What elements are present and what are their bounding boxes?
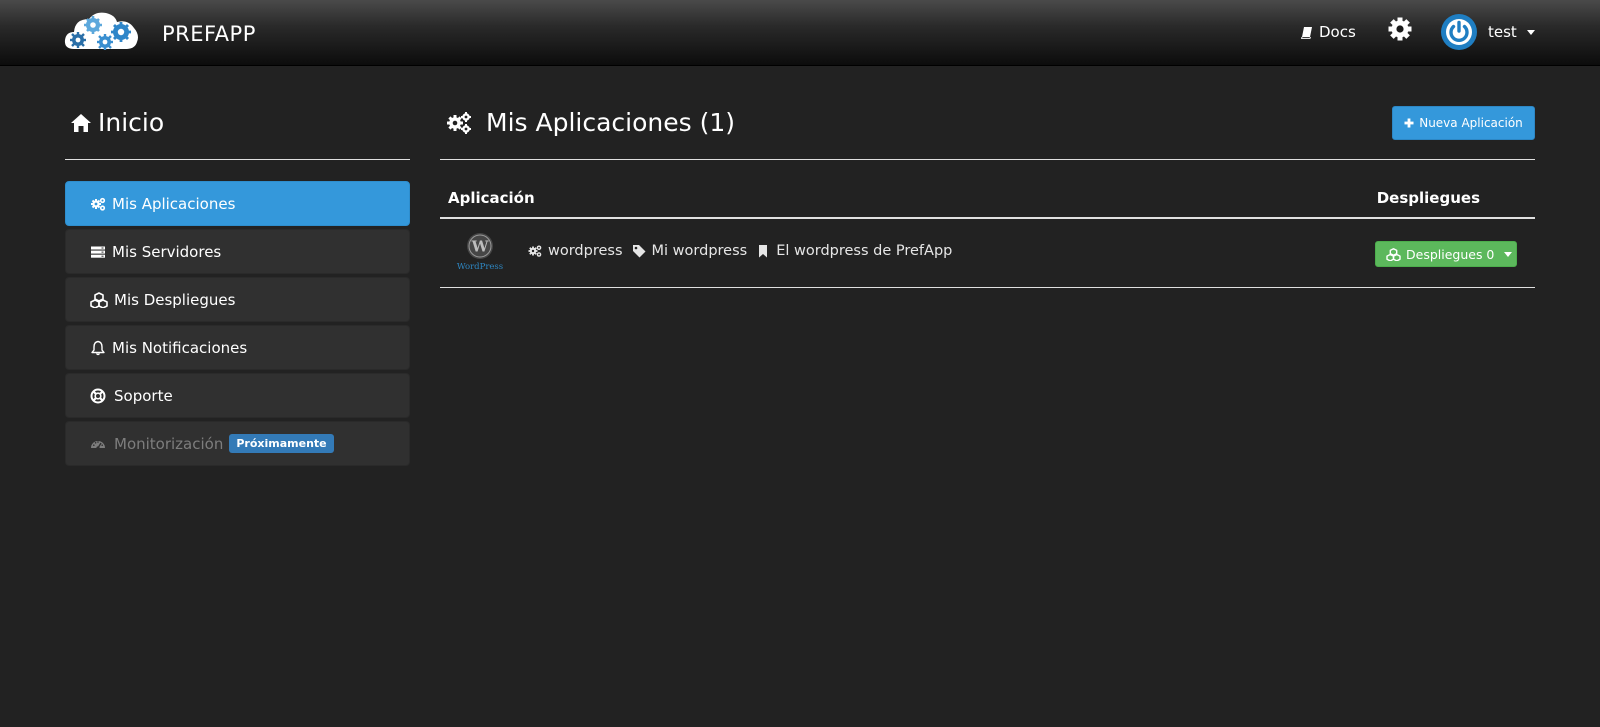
sidebar-item-mis-despliegues[interactable]: Mis Despliegues	[65, 277, 410, 322]
sidebar-title-text: Inicio	[98, 108, 165, 137]
chevron-down-icon	[1504, 251, 1513, 257]
dashboard-icon	[90, 436, 106, 452]
page-title: Mis Aplicaciones (1)	[446, 108, 735, 137]
deployments-dropdown-button[interactable]: Despliegues 0	[1375, 241, 1517, 267]
new-application-button[interactable]: Nueva Aplicación	[1392, 106, 1535, 140]
sidebar-item-label: Soporte	[114, 386, 173, 405]
server-icon	[90, 244, 106, 260]
svg-text:W: W	[471, 238, 490, 256]
coming-soon-badge: Próximamente	[229, 434, 334, 453]
table-row: W WordPress wordpress Mi wordpress El wo…	[440, 219, 1535, 288]
sidebar-title: Inicio	[70, 108, 164, 137]
navbar: PREFAPP Docs test	[0, 0, 1600, 66]
sidebar-nav: Mis Aplicaciones Mis Servidores Mis Desp…	[65, 181, 410, 469]
application-name[interactable]: wordpress	[528, 243, 623, 259]
new-application-label: Nueva Aplicación	[1419, 116, 1523, 130]
table-header: Aplicación Despliegues	[440, 180, 1535, 219]
user-name: test	[1488, 23, 1517, 41]
sidebar-item-label: Mis Notificaciones	[112, 338, 248, 357]
applications-table: Aplicación Despliegues W WordPress wordp…	[440, 180, 1535, 288]
sidebar-item-label: Mis Despliegues	[114, 290, 236, 309]
deployments-label: Despliegues 0	[1406, 246, 1495, 262]
wordpress-logo-icon[interactable]: W WordPress	[451, 232, 509, 272]
divider	[440, 159, 1535, 160]
application-tag[interactable]: Mi wordpress	[632, 243, 748, 259]
tag-icon	[632, 244, 646, 258]
svg-text:WordPress: WordPress	[457, 262, 503, 272]
gear-icon[interactable]	[1387, 16, 1413, 42]
life-ring-icon	[90, 388, 106, 404]
sidebar-item-mis-aplicaciones[interactable]: Mis Aplicaciones	[65, 181, 410, 226]
docs-link[interactable]: Docs	[1301, 22, 1356, 42]
power-icon	[1441, 14, 1477, 50]
sidebar-item-label: Monitorización	[114, 434, 224, 453]
application-description-text: El wordpress de PrefApp	[776, 243, 953, 259]
prefapp-logo-icon[interactable]	[64, 11, 140, 53]
bookmark-icon	[756, 244, 770, 258]
cogs-icon	[446, 110, 472, 136]
cubes-icon	[90, 291, 108, 308]
application-description[interactable]: El wordpress de PrefApp	[756, 243, 952, 259]
sidebar-item-monitorizacion: Monitorización Próximamente	[65, 421, 410, 466]
bell-icon	[90, 340, 106, 356]
column-header-application: Aplicación	[448, 189, 535, 207]
sidebar-item-mis-notificaciones[interactable]: Mis Notificaciones	[65, 325, 410, 370]
home-icon	[70, 113, 92, 133]
sidebar-item-label: Mis Servidores	[112, 242, 222, 261]
user-menu[interactable]: test	[1441, 14, 1535, 50]
book-icon	[1301, 26, 1313, 39]
plus-icon	[1404, 118, 1414, 128]
application-meta: wordpress Mi wordpress El wordpress de P…	[528, 243, 961, 259]
page-title-text: Mis Aplicaciones (1)	[486, 108, 736, 137]
cogs-icon	[528, 244, 542, 258]
cubes-icon	[1386, 247, 1401, 261]
chevron-down-icon	[1526, 29, 1535, 35]
sidebar-item-label: Mis Aplicaciones	[112, 194, 236, 213]
sidebar-item-soporte[interactable]: Soporte	[65, 373, 410, 418]
cogs-icon	[90, 196, 106, 212]
application-tag-text: Mi wordpress	[651, 243, 748, 259]
docs-label: Docs	[1319, 23, 1356, 41]
sidebar-item-mis-servidores[interactable]: Mis Servidores	[65, 229, 410, 274]
divider	[65, 159, 410, 160]
column-header-deployments: Despliegues	[1376, 189, 1480, 207]
brand-name[interactable]: PREFAPP	[162, 22, 256, 46]
application-name-text: wordpress	[548, 243, 623, 259]
